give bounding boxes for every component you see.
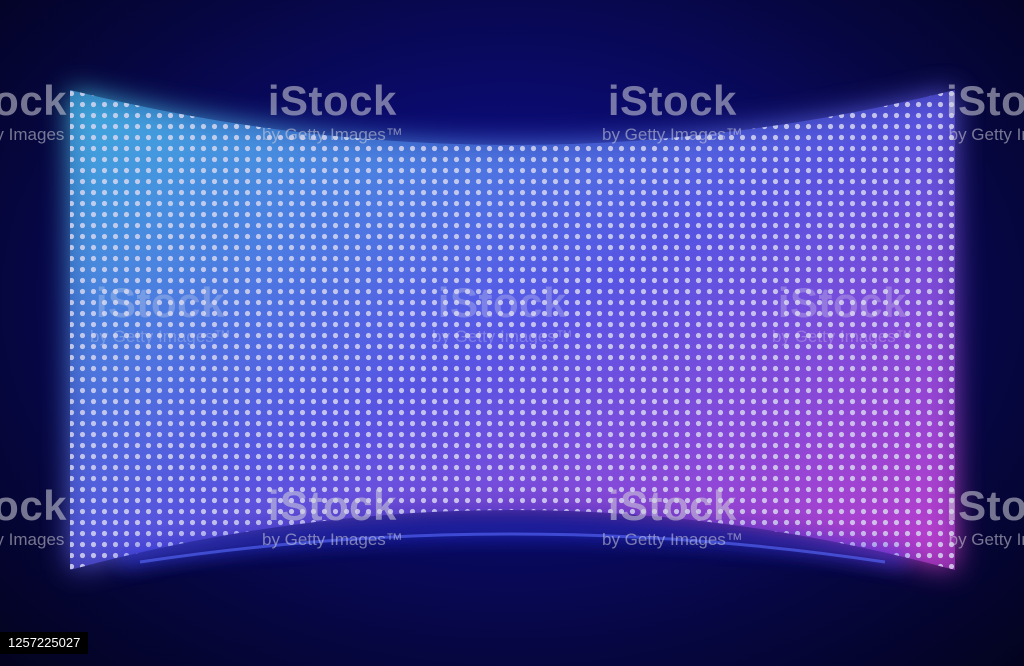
- watermark-credit: by Getty Images: [0, 530, 65, 549]
- watermark-brand: iStock: [607, 482, 737, 529]
- watermark-top-right: iStock by Getty Images™: [602, 77, 743, 144]
- watermark-brand: iStock: [267, 482, 397, 529]
- watermark-middle-center: iStock by Getty Images™: [432, 279, 573, 346]
- watermark-middle-left: iStock by Getty Images™: [90, 279, 231, 346]
- stock-photo: iStock by Getty Images iStock by Getty I…: [0, 0, 1024, 666]
- watermark-credit: by Getty Images™: [262, 530, 403, 549]
- watermark-top-left: iStock by Getty Images: [0, 77, 68, 144]
- watermark-credit: by Getty Images: [0, 125, 65, 144]
- watermark-top-center: iStock by Getty Images™: [262, 77, 403, 144]
- watermark-brand: iStock: [95, 279, 225, 326]
- watermark-bottom-left: iStock by Getty Images: [0, 482, 68, 549]
- watermark-brand: iStock: [946, 77, 1024, 124]
- watermark-bottom-center: iStock by Getty Images™: [262, 482, 403, 549]
- watermark-credit: by Getty Images: [948, 125, 1024, 144]
- floor-reflection-line: [139, 532, 886, 564]
- watermark-credit: by Getty Images™: [602, 530, 743, 549]
- watermark-bottom-far-right: iStock by Getty Images: [946, 482, 1024, 549]
- watermark-bottom-right: iStock by Getty Images™: [602, 482, 743, 549]
- watermark-top-far-right: iStock by Getty Images: [946, 77, 1024, 144]
- watermark-credit: by Getty Images™: [602, 125, 743, 144]
- watermark-middle-right: iStock by Getty Images™: [772, 279, 913, 346]
- watermark-brand: iStock: [777, 279, 907, 326]
- watermark-brand: iStock: [946, 482, 1024, 529]
- watermark-brand: iStock: [0, 77, 68, 124]
- watermark-credit: by Getty Images™: [432, 327, 573, 346]
- watermark-credit: by Getty Images™: [90, 327, 231, 346]
- watermark-brand: iStock: [437, 279, 567, 326]
- watermark-credit: by Getty Images™: [262, 125, 403, 144]
- watermark-brand: iStock: [607, 77, 737, 124]
- watermark-brand: iStock: [0, 482, 68, 529]
- watermark-credit: by Getty Images™: [772, 327, 913, 346]
- watermark-brand: iStock: [267, 77, 397, 124]
- stock-image-id: 1257225027: [0, 632, 89, 654]
- watermark-credit: by Getty Images: [948, 530, 1024, 549]
